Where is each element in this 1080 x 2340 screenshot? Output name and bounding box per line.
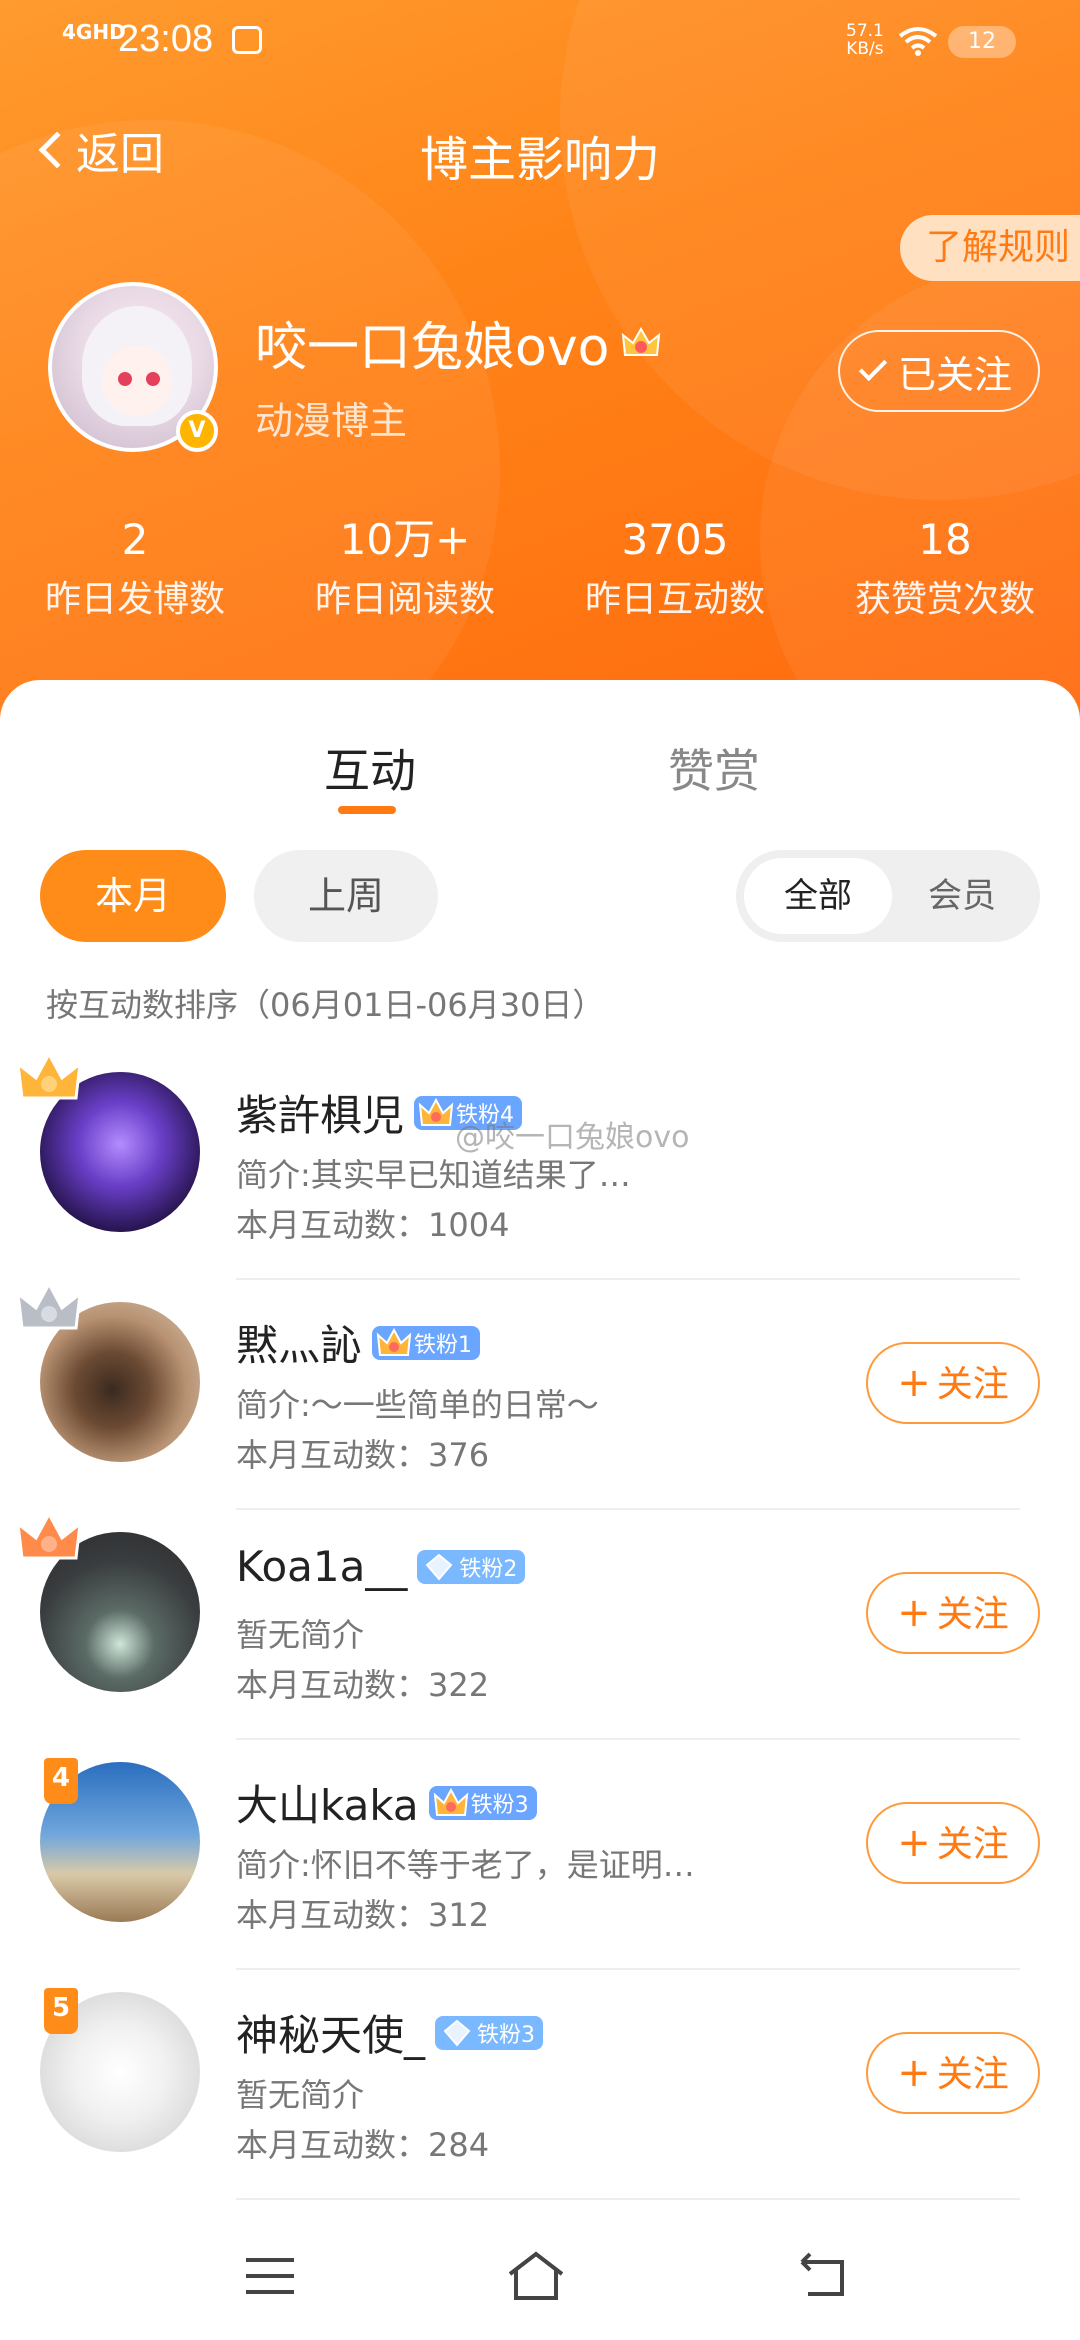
network-speed: 57.1 KB/s (846, 21, 884, 59)
rank-crown-icon (16, 1280, 82, 1330)
watermark: @咬一口兔娘ovo (455, 1120, 690, 1155)
fan-badge: 铁粉2 (417, 1549, 526, 1584)
item-count: 本月互动数：322 (236, 1666, 490, 1704)
check-icon (858, 352, 888, 382)
plus-icon: + (897, 1360, 931, 1406)
wifi-icon (898, 27, 938, 56)
item-bio: 暂无简介 (236, 2076, 365, 2114)
item-bio: 简介:怀旧不等于老了，是证明… (236, 1846, 695, 1884)
item-name: 神秘天使_ 铁粉3 (236, 2002, 544, 2063)
stat-posts: 2 昨日发博数 (44, 515, 225, 620)
crown-icon (418, 1097, 454, 1126)
stats-row: 2 昨日发博数 10万+ 昨日阅读数 3705 昨日互动数 18 获赞赏次数 (0, 510, 1080, 640)
notification-app-icon (232, 26, 262, 54)
stat-rewards: 18 获赞赏次数 (854, 515, 1035, 620)
home-icon[interactable] (506, 2246, 566, 2306)
rank-crown-icon (16, 1510, 82, 1560)
page-title: 博主影响力 (419, 132, 660, 188)
item-name: 大山kaka 铁粉3 (236, 1772, 537, 1833)
battery-indicator: 12 (948, 26, 1016, 58)
crown-icon (376, 1327, 412, 1356)
tab-reward[interactable]: 赞赏 (668, 735, 760, 801)
fan-badge: 铁粉3 (428, 1785, 537, 1820)
fan-badge: 铁粉3 (435, 2015, 544, 2050)
follow-button[interactable]: + 关注 (866, 1802, 1040, 1884)
segment-all[interactable]: 全部 (744, 858, 892, 934)
content-sheet: 互动 赞赏 本月 上周 全部 会员 按互动数排序（06月01日-06月30日） … (0, 680, 1080, 2340)
diamond-icon (425, 1553, 453, 1581)
item-bio: 简介:～一些简单的日常～ (236, 1386, 599, 1424)
plus-icon: + (897, 1590, 931, 1636)
profile-description: 动漫博主 (255, 399, 408, 443)
segment-control: 全部 会员 (736, 850, 1040, 942)
filter-this-month[interactable]: 本月 (40, 850, 226, 942)
back-icon[interactable] (794, 2246, 854, 2306)
followed-button[interactable]: 已关注 (838, 330, 1040, 412)
system-navigation-bar (0, 2210, 1080, 2340)
follow-button[interactable]: + 关注 (866, 1342, 1040, 1424)
plus-icon: + (897, 1820, 931, 1866)
item-bio: 简介:其实早已知道结果了… (236, 1156, 631, 1194)
item-count: 本月互动数：312 (236, 1896, 490, 1934)
list-item[interactable]: Koa1a__ 铁粉2 暂无简介 本月互动数：322 + 关注 (0, 1510, 1080, 1740)
segment-member[interactable]: 会员 (892, 858, 1032, 934)
rank-number: 4 (44, 1758, 78, 1804)
stat-reads: 10万+ 昨日阅读数 (314, 515, 495, 620)
follow-button[interactable]: + 关注 (866, 1572, 1040, 1654)
list-item[interactable]: 5 神秘天使_ 铁粉3 暂无简介 本月互动数：284 + 关注 (0, 1970, 1080, 2200)
item-count: 本月互动数：284 (236, 2126, 490, 2164)
plus-icon: + (897, 2050, 931, 2096)
crown-icon (622, 326, 661, 356)
crown-icon (433, 1787, 468, 1816)
menu-icon[interactable] (240, 2246, 300, 2306)
list-item[interactable]: 4 大山kaka 铁粉3 简介:怀旧不等于老了，是证明… 本月互动数：312 +… (0, 1740, 1080, 1970)
verified-icon: V (176, 410, 218, 452)
list-item[interactable]: 黙灬訫 铁粉1 简介:～一些简单的日常～ 本月互动数：376 + 关注 (0, 1280, 1080, 1510)
list-item[interactable]: 紫許椇児 铁粉4 简介:其实早已知道结果了… 本月互动数：1004 (0, 1050, 1080, 1280)
rank-number: 5 (44, 1988, 78, 2034)
item-bio: 暂无简介 (236, 1616, 365, 1654)
item-name: Koa1a__ 铁粉2 (236, 1542, 526, 1591)
diamond-icon (443, 2019, 471, 2047)
item-count: 本月互动数：376 (236, 1436, 490, 1474)
stat-interactions: 3705 昨日互动数 (584, 515, 765, 620)
fan-badge: 铁粉1 (372, 1325, 481, 1360)
tab-interact[interactable]: 互动 (324, 735, 416, 801)
divider (236, 2198, 1020, 2200)
item-count: 本月互动数：1004 (236, 1206, 510, 1244)
sort-description: 按互动数排序（06月01日-06月30日） (46, 986, 605, 1024)
rules-button[interactable]: 了解规则 (900, 215, 1080, 281)
network-indicator: 4GHD (62, 20, 126, 44)
profile-name: 咬一口兔娘ovo (255, 305, 661, 380)
navigation-bar: 返回 博主影响力 (0, 110, 1080, 190)
status-time: 23:08 (118, 18, 214, 60)
rank-crown-icon (16, 1050, 82, 1100)
tab-indicator (338, 806, 396, 814)
filter-last-week[interactable]: 上周 (254, 850, 438, 942)
item-name: 黙灬訫 铁粉1 (236, 1312, 481, 1373)
follow-button[interactable]: + 关注 (866, 2032, 1040, 2114)
status-bar: 4GHD 23:08 57.1 KB/s 12 (0, 0, 1080, 84)
